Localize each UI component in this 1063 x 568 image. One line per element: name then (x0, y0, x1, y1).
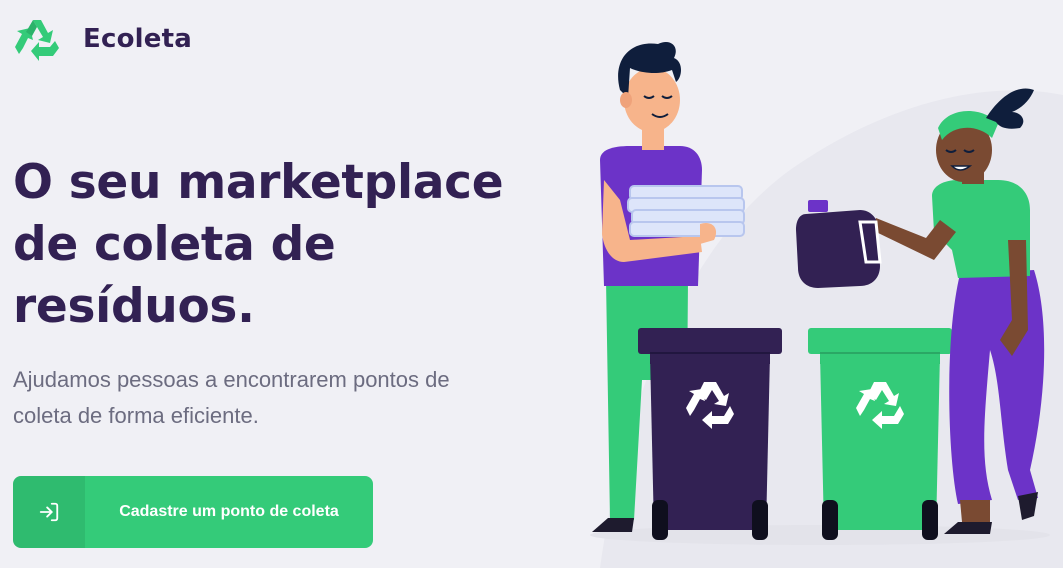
hero-subtitle: Ajudamos pessoas a encontrarem pontos de… (13, 367, 450, 428)
register-collection-point-button[interactable]: Cadastre um ponto de coleta (13, 476, 373, 548)
log-in-icon (13, 476, 85, 548)
cta-label: Cadastre um ponto de coleta (119, 503, 339, 520)
recycling-illustration (590, 41, 1063, 568)
green-recycle-bin (808, 328, 952, 540)
hero-title: O seu marketplace de coleta de resíduos. (13, 155, 504, 334)
home-page: Ecoleta O seu marketplace de coleta de r… (0, 0, 1063, 568)
brand-name: Ecoleta (83, 24, 192, 54)
dark-recycle-bin (638, 328, 782, 540)
recycle-icon (12, 14, 62, 64)
logo[interactable]: Ecoleta (12, 14, 192, 64)
